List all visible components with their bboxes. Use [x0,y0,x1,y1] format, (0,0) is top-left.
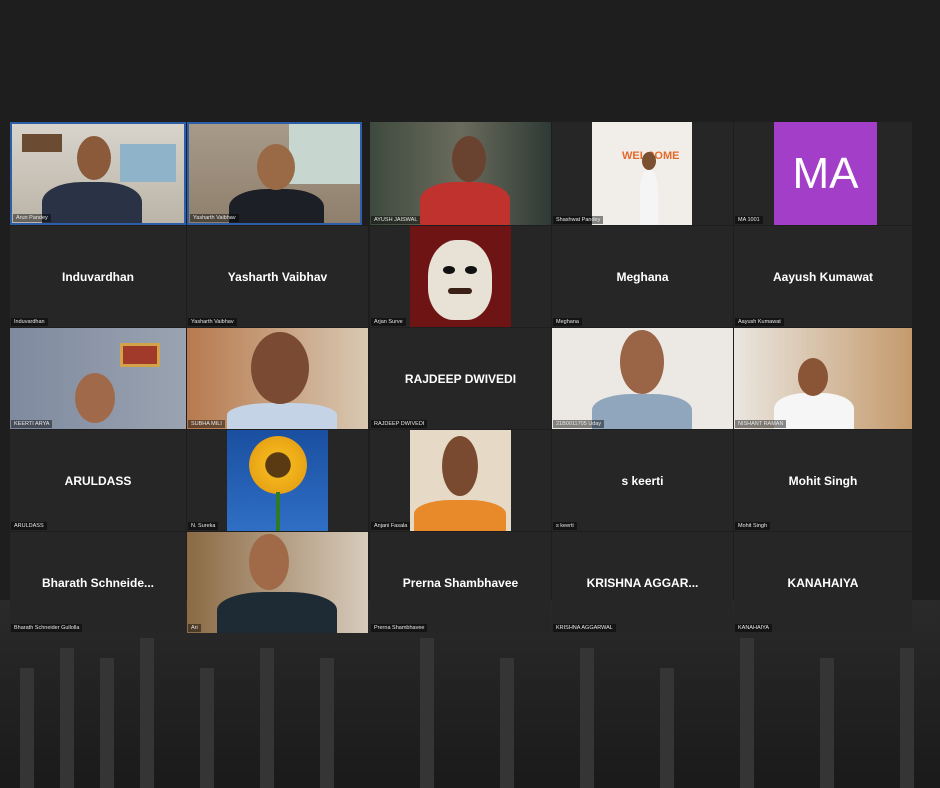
video-tile[interactable]: SUBHA MILI [187,328,368,429]
participant-label: KEERTI ARYA [11,420,53,428]
video-tile[interactable]: Anjani Fasala [370,430,551,531]
participant-label: Shashwat Pandey [553,216,604,224]
participant-name: Prerna Shambhavee [402,575,519,590]
participant-name: KANAHAIYA [787,575,859,590]
video-tile[interactable]: ARULDASS ARULDASS [10,430,186,531]
participant-name: Induvardhan [61,269,134,284]
video-tile[interactable]: KRISHNA AGGAR... KRISHNA AGGARWAL [552,532,733,633]
participant-label: Ari [188,624,201,632]
participant-label: NISHANT RAMAN [735,420,787,428]
video-tile[interactable]: KANAHAIYA KANAHAIYA [734,532,912,633]
participant-name: s keerti [621,473,664,488]
video-tile[interactable]: Arjan Surve [370,226,551,327]
video-tile[interactable]: s keerti s keerti [552,430,733,531]
participant-label: Yasharth Vaibhav [188,318,237,326]
participant-label: Meghana [553,318,582,326]
participant-label: MA 1001 [735,216,763,224]
participant-name: Yasharth Vaibhav [227,269,328,284]
participant-name: ARULDASS [64,473,132,488]
video-tile[interactable]: Ari [187,532,368,633]
video-tile[interactable]: Yasharth Vaibhav Yasharth Vaibhav [187,226,368,327]
participant-label: Prerna Shambhavee [371,624,428,632]
participant-label: Aayush Kumawat [735,318,784,326]
video-tile[interactable]: Bharath Schneide... Bharath Schneider Gu… [10,532,186,633]
video-tile[interactable]: RAJDEEP DWIVEDI RAJDEEP DWIVEDI [370,328,551,429]
video-tile[interactable]: NISHANT RAMAN [734,328,912,429]
video-tile[interactable]: MA MA 1001 [734,122,912,225]
participant-name: RAJDEEP DWIVEDI [404,371,517,386]
participant-label: AYUSH JAISWAL [371,216,421,224]
participant-label: SUBHA MILI [188,420,225,428]
participant-label: Anjani Fasala [371,522,411,530]
participant-name: Mohit Singh [788,473,858,488]
video-tile[interactable]: Prerna Shambhavee Prerna Shambhavee [370,532,551,633]
video-tile[interactable]: Aayush Kumawat Aayush Kumawat [734,226,912,327]
video-tile[interactable]: WELCOME Shashwat Pandey [552,122,733,225]
participant-label: ARULDASS [11,522,47,530]
participant-label: N. Sureka [188,522,219,530]
participant-label: Mohit Singh [735,522,771,530]
video-tile[interactable]: Meghana Meghana [552,226,733,327]
participant-label: Arun Pandey [13,214,51,222]
video-tile[interactable]: Arun Pandey [10,122,186,225]
participant-name: Bharath Schneide... [41,575,155,590]
avatar: MA [774,122,877,225]
video-tile[interactable]: 21B0011705 Uday [552,328,733,429]
participant-label: s keerti [553,522,577,530]
sunflower-image [249,436,307,494]
video-tile[interactable]: N. Sureka [187,430,368,531]
video-tile[interactable]: KEERTI ARYA [10,328,186,429]
participant-name: Meghana [616,269,669,284]
video-tile[interactable]: Induvardhan Induvardhan [10,226,186,327]
participant-name: KRISHNA AGGAR... [586,575,699,590]
mask-avatar-image [428,240,492,320]
participant-label: Yasharth Vaibhav [190,214,239,222]
video-tile[interactable]: Yasharth Vaibhav [187,122,362,225]
video-tile[interactable]: Mohit Singh Mohit Singh [734,430,912,531]
participant-label: 21B0011705 Uday [553,420,605,428]
participant-label: Induvardhan [11,318,48,326]
participant-label: Arjan Surve [371,318,406,326]
participant-label: Bharath Schneider Gullolla [11,624,83,632]
participant-label: RAJDEEP DWIVEDI [371,420,428,428]
participant-name: Aayush Kumawat [772,269,874,284]
participant-label: KRISHNA AGGARWAL [553,624,616,632]
video-tile[interactable]: AYUSH JAISWAL [370,122,551,225]
participant-label: KANAHAIYA [735,624,773,632]
